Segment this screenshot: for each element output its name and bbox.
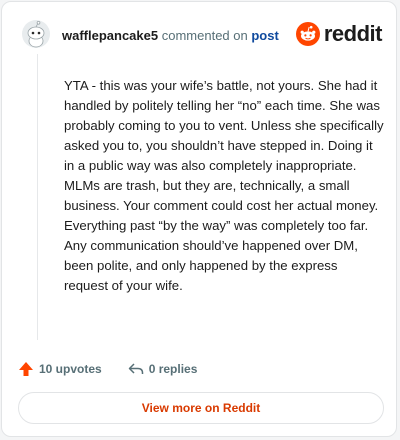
reddit-logo-icon (295, 22, 320, 46)
username-link[interactable]: wafflepancake5 (62, 28, 158, 43)
snoo-avatar-icon (22, 20, 50, 48)
upvote-count: 10 upvotes (39, 362, 102, 376)
upvote-button[interactable]: 10 upvotes (18, 361, 102, 377)
comment-actions: 10 upvotes 0 replies (18, 358, 197, 380)
post-link[interactable]: post (251, 28, 278, 43)
upvote-arrow-icon (19, 362, 33, 376)
comment-byline: wafflepancake5 commented on post (62, 28, 279, 43)
comment-header: wafflepancake5 commented on post reddit (18, 16, 383, 52)
replies-count: 0 replies (148, 362, 198, 376)
embedded-comment-card: wafflepancake5 commented on post reddit … (1, 1, 397, 437)
replies-button[interactable]: 0 replies (128, 361, 198, 377)
byline-action-text: commented on (161, 28, 248, 43)
thread-line (37, 54, 38, 340)
view-more-button[interactable]: View more on Reddit (18, 392, 384, 424)
reply-icon (128, 363, 143, 374)
reddit-brand[interactable]: reddit (295, 20, 383, 48)
user-avatar[interactable] (22, 20, 50, 48)
comment-body: YTA - this was your wife’s battle, not y… (64, 78, 384, 293)
reddit-wordmark: reddit (323, 21, 383, 46)
